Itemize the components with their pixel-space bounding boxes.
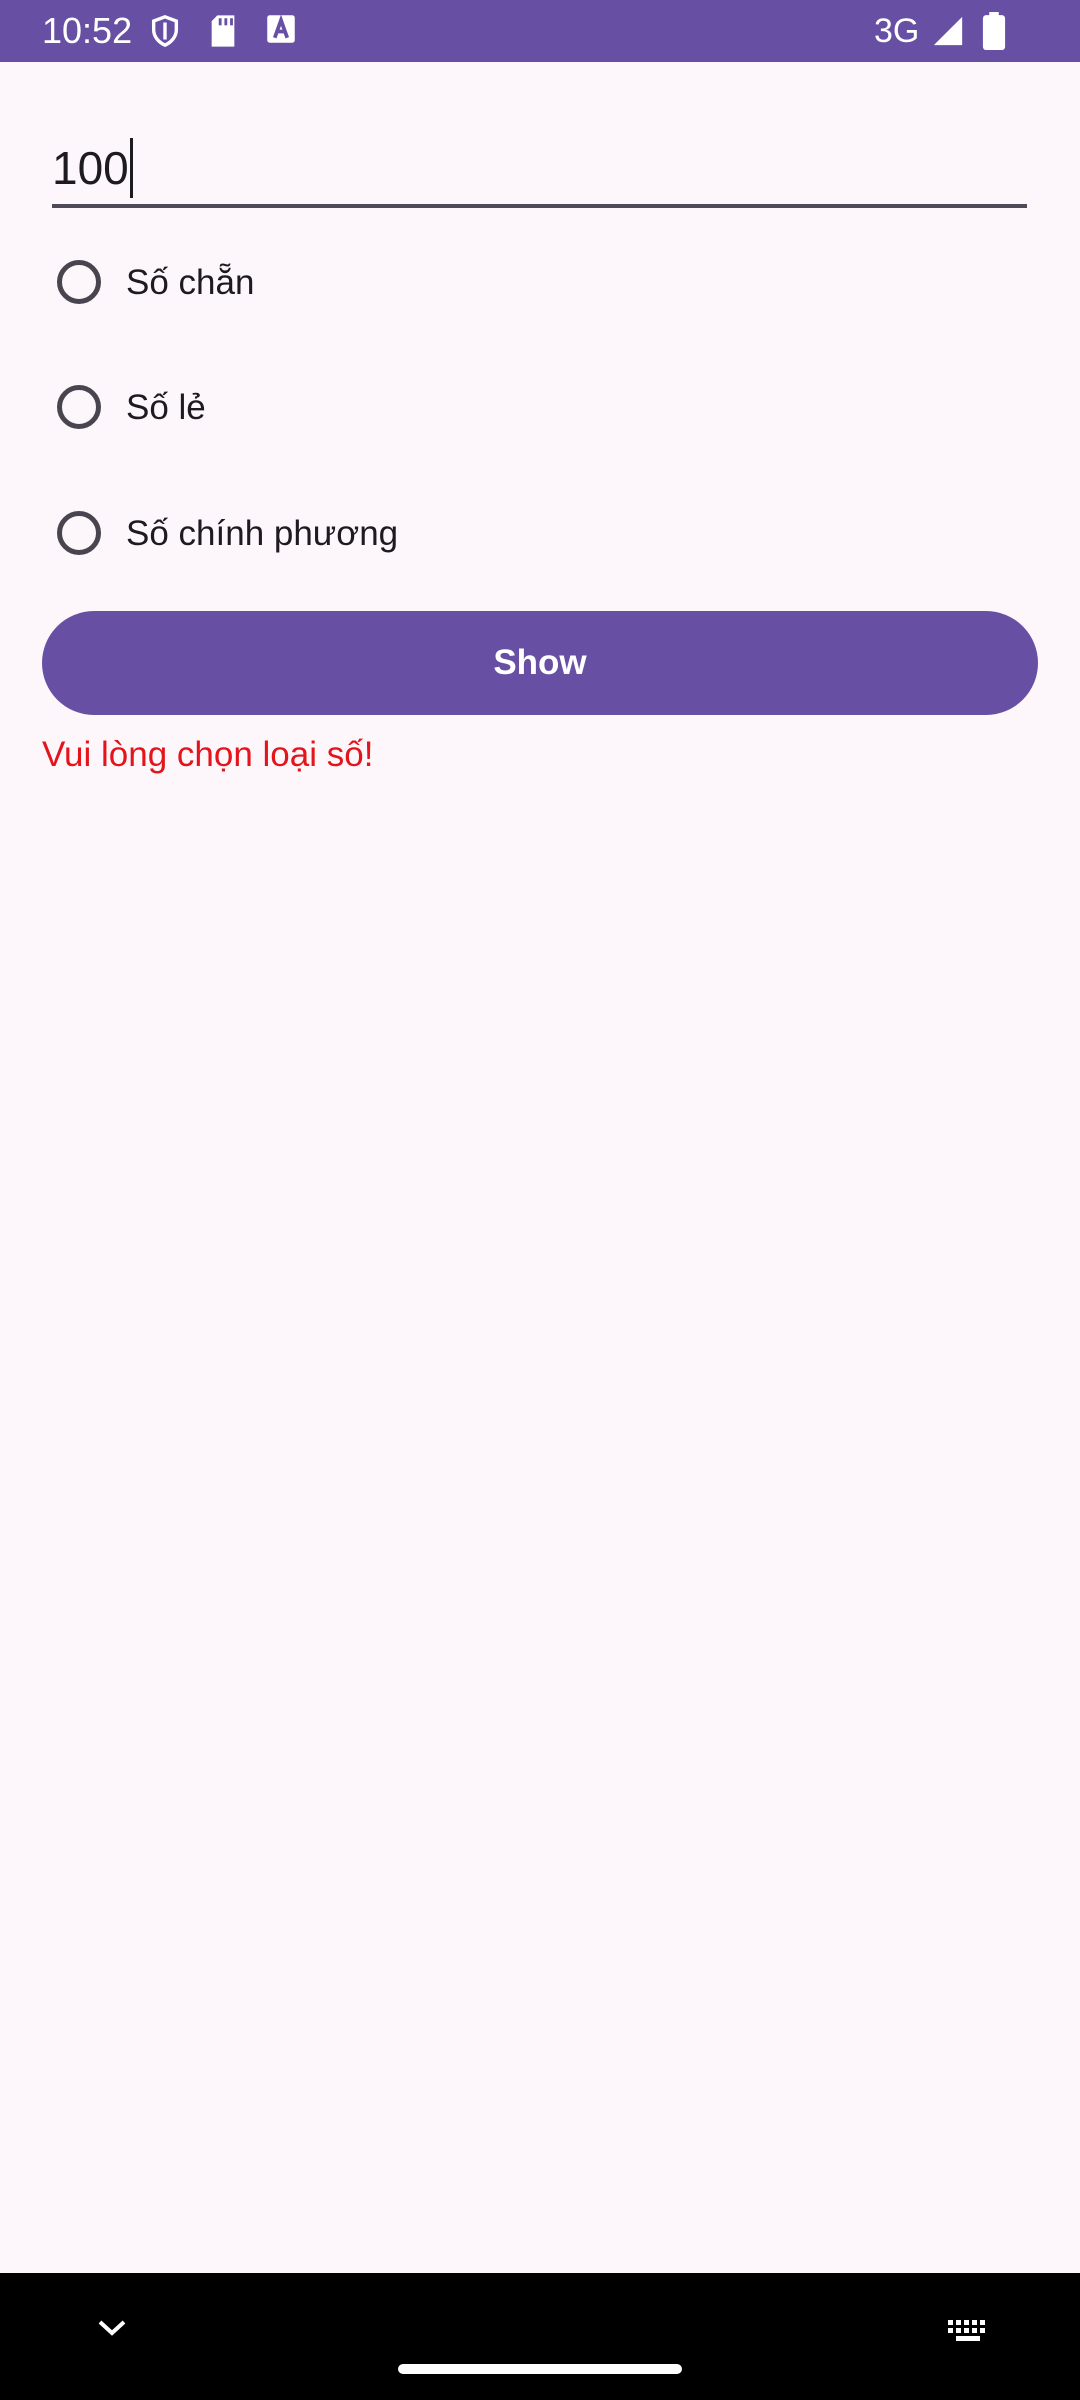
radio-button-icon xyxy=(57,385,101,429)
number-input-value: 100 xyxy=(52,142,129,194)
radio-label-odd: Số lẻ xyxy=(126,388,206,427)
status-bar: 10:52 3G xyxy=(0,0,1080,62)
radio-even-number[interactable]: Số chẵn xyxy=(42,242,1042,332)
status-time: 10:52 xyxy=(42,10,133,51)
radio-odd-number[interactable]: Số lẻ xyxy=(42,367,1042,457)
chevron-down-icon[interactable] xyxy=(96,2317,128,2344)
text-cursor xyxy=(129,137,133,198)
shield-icon xyxy=(148,14,182,53)
error-message: Vui lòng chọn loại số! xyxy=(42,735,374,774)
home-handle[interactable] xyxy=(398,2364,682,2374)
radio-label-perfect-square: Số chính phương xyxy=(126,514,399,553)
signal-icon xyxy=(930,14,966,53)
show-button[interactable]: Show xyxy=(42,611,1038,715)
radio-button-icon xyxy=(57,260,101,304)
number-input[interactable]: 100 xyxy=(52,132,1027,208)
battery-icon xyxy=(982,12,1006,55)
sd-card-icon xyxy=(208,14,238,53)
radio-label-even: Số chẵn xyxy=(126,263,255,302)
radio-perfect-square[interactable]: Số chính phương xyxy=(42,493,1042,583)
network-type: 3G xyxy=(874,12,920,50)
text-a-icon xyxy=(266,14,296,49)
keyboard-icon[interactable] xyxy=(946,2318,990,2349)
navigation-bar xyxy=(0,2273,1080,2400)
radio-button-icon xyxy=(57,511,101,555)
